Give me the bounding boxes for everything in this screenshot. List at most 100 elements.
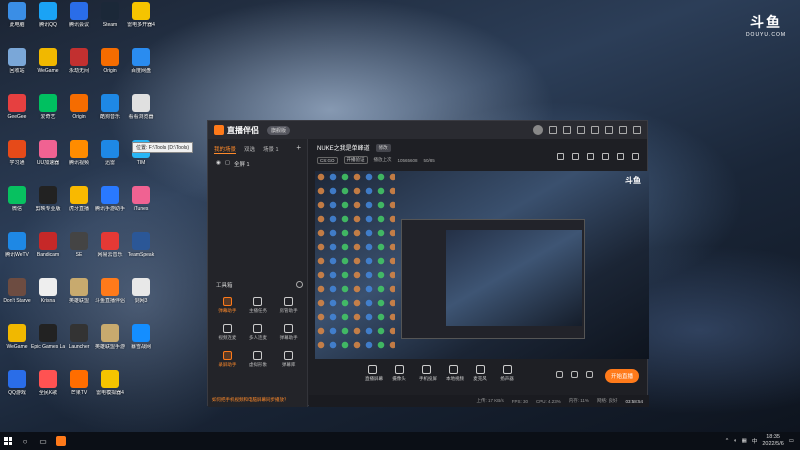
gift-icon[interactable] [572, 153, 579, 160]
settings-icon[interactable] [563, 126, 571, 134]
tab-scene-1[interactable]: 场景 1 [263, 145, 279, 154]
desktop-icon[interactable]: 看看浏览器 [124, 94, 158, 120]
desktop-icon[interactable]: Origin [62, 94, 96, 120]
toolbox-item[interactable]: 虚拟形象 [243, 351, 274, 368]
tab-my-scenes[interactable]: 我的场景 [214, 145, 237, 154]
toolbox-settings-icon[interactable] [296, 281, 303, 288]
tray-chevron-icon[interactable]: ^ [726, 438, 729, 444]
category-tag[interactable]: CS:GO [317, 156, 338, 164]
desktop-icon[interactable]: 网易云音乐 [93, 232, 127, 258]
task-view-icon[interactable]: ▭ [34, 432, 52, 450]
add-scene-icon[interactable]: + [296, 144, 301, 154]
desktop-icon[interactable]: 虎牙直播 [62, 186, 96, 212]
source-item[interactable]: ◉ ▢ 全屏 1 [208, 156, 307, 172]
desktop-icon[interactable]: 暴雪战网 [124, 324, 158, 350]
eye-icon[interactable]: ◉ [216, 160, 221, 168]
desktop-icon[interactable]: 斗鱼直播伴侣 [93, 278, 127, 304]
desktop-icon[interactable]: Krisna [31, 278, 65, 304]
close-icon[interactable] [633, 126, 641, 134]
desktop-icon[interactable]: WeGame [31, 48, 65, 74]
desktop-icon[interactable]: 迅雷 [93, 140, 127, 166]
source-tool-button[interactable]: 摄像头 [392, 365, 406, 382]
desktop-icon[interactable]: 雷电模拟器4 [93, 370, 127, 396]
desktop-icon[interactable]: 腾讯会议 [62, 2, 96, 28]
toolbox-item[interactable]: 弹幕助手 [273, 324, 304, 341]
notification-icon[interactable]: ▭ [789, 438, 794, 444]
toolbox-item[interactable]: 房管助手 [273, 297, 304, 314]
message-icon[interactable] [549, 126, 557, 134]
menu-icon[interactable] [591, 126, 599, 134]
desktop-icon[interactable]: 腾讯视频 [62, 140, 96, 166]
desktop-icon[interactable]: 微信 [0, 186, 34, 212]
stream-settings-icon[interactable] [586, 371, 593, 378]
help-link[interactable]: 如何把手机视频和电脑屏幕同步播放？ [212, 397, 289, 403]
camera-toggle-icon[interactable] [556, 371, 563, 378]
desktop-icon[interactable]: 回收站 [0, 48, 34, 74]
desktop-icon[interactable]: 学习通 [0, 140, 34, 166]
lock-icon[interactable]: ▢ [225, 160, 230, 168]
toolbox-item[interactable]: 视频连麦 [212, 324, 243, 341]
skin-icon[interactable] [577, 126, 585, 134]
desktop-icon[interactable]: Epic Games Launcher [31, 324, 65, 350]
desktop-icon[interactable]: 芒果TV [62, 370, 96, 396]
desktop-icon[interactable]: 爱奇艺 [31, 94, 65, 120]
tray-network-icon[interactable]: ▦ [742, 438, 747, 444]
desktop-icon[interactable]: Origin [93, 48, 127, 74]
eye-toggle-icon[interactable] [571, 371, 578, 378]
desktop-icon[interactable]: QQ游戏 [0, 370, 34, 396]
tab-double[interactable]: 双选 [244, 145, 255, 154]
bell-icon[interactable] [617, 153, 624, 160]
stream-preview[interactable]: 斗鱼 [315, 171, 649, 359]
verify-tag[interactable]: 开播验证 [343, 156, 368, 164]
toolbox-item[interactable]: 主播任务 [243, 297, 274, 314]
shop-icon[interactable] [557, 153, 564, 160]
user-avatar[interactable] [533, 125, 543, 135]
desktop-icon[interactable]: 英雄联盟手游 [93, 324, 127, 350]
desktop-icon[interactable]: 永劫无间 [62, 48, 96, 74]
maximize-icon[interactable] [619, 126, 627, 134]
source-tool-button[interactable]: 麦克风 [473, 365, 487, 382]
toolbox-item[interactable]: 录屏助手 [212, 351, 243, 368]
start-stream-button[interactable]: 开始直播 [604, 369, 639, 383]
desktop-icon[interactable]: 全民K歌 [31, 370, 65, 396]
desktop-icon[interactable]: iTunes [124, 186, 158, 212]
toolbox-item[interactable]: 多人连麦 [243, 324, 274, 341]
desktop-icon[interactable]: 雷电多开器4 [124, 2, 158, 28]
desktop-icon[interactable]: TeamSpeak [124, 232, 158, 258]
start-button[interactable] [0, 432, 16, 450]
ime-indicator[interactable]: 中 [752, 437, 758, 445]
desktop-icon[interactable]: Launcher [62, 324, 96, 350]
desktop-icon[interactable]: 剑网3 [124, 278, 158, 304]
taskbar-app-douyu[interactable] [52, 432, 70, 450]
desktop-icon[interactable]: Don't Starve [0, 278, 34, 304]
desktop-icon[interactable]: 腾讯WeTV [0, 232, 34, 258]
source-tool-button[interactable]: 直播屏幕 [365, 365, 383, 382]
desktop-icon[interactable]: 百度网盘 [124, 48, 158, 74]
toolbox-item[interactable]: 弹幕助手 [212, 297, 243, 314]
desktop-icon[interactable]: 腾讯手游助手 [93, 186, 127, 212]
desktop-icon[interactable]: 英雄联盟 [62, 278, 96, 304]
edit-title-button[interactable]: 修改 [375, 143, 391, 152]
more-icon[interactable] [632, 153, 639, 160]
desktop-icon[interactable]: SE [62, 232, 96, 258]
search-icon[interactable]: ○ [16, 432, 34, 450]
record-icon[interactable] [587, 153, 594, 160]
source-tool-button[interactable]: 本地视频 [446, 365, 464, 382]
tray-volume-icon[interactable]: ◖ [733, 438, 736, 444]
desktop-icon[interactable]: WeGame [0, 324, 34, 350]
minimize-icon[interactable] [605, 126, 613, 134]
toolbox-item[interactable]: 弹幕库 [273, 351, 304, 368]
source-tool-button[interactable]: 扬声器 [500, 365, 514, 382]
desktop-icon[interactable]: 腾讯QQ [31, 2, 65, 28]
desktop-icon[interactable]: Bandicam [31, 232, 65, 258]
desktop-icon[interactable]: GeeGee [0, 94, 34, 120]
share-icon[interactable] [602, 153, 609, 160]
desktop-icon[interactable]: 剪映专业版 [31, 186, 65, 212]
taskbar-clock[interactable]: 18:35 2022/5/6 [762, 434, 783, 448]
desktop-icon[interactable]: UU加速器 [31, 140, 65, 166]
desktop-icon[interactable]: 酷狗音乐 [93, 94, 127, 120]
desktop-icon[interactable]: Steam [93, 2, 127, 28]
source-tool-button[interactable]: 手机投屏 [419, 365, 437, 382]
version-pill[interactable]: 旗舰版 [267, 125, 291, 135]
desktop-icon[interactable]: 此电脑 [0, 2, 34, 28]
